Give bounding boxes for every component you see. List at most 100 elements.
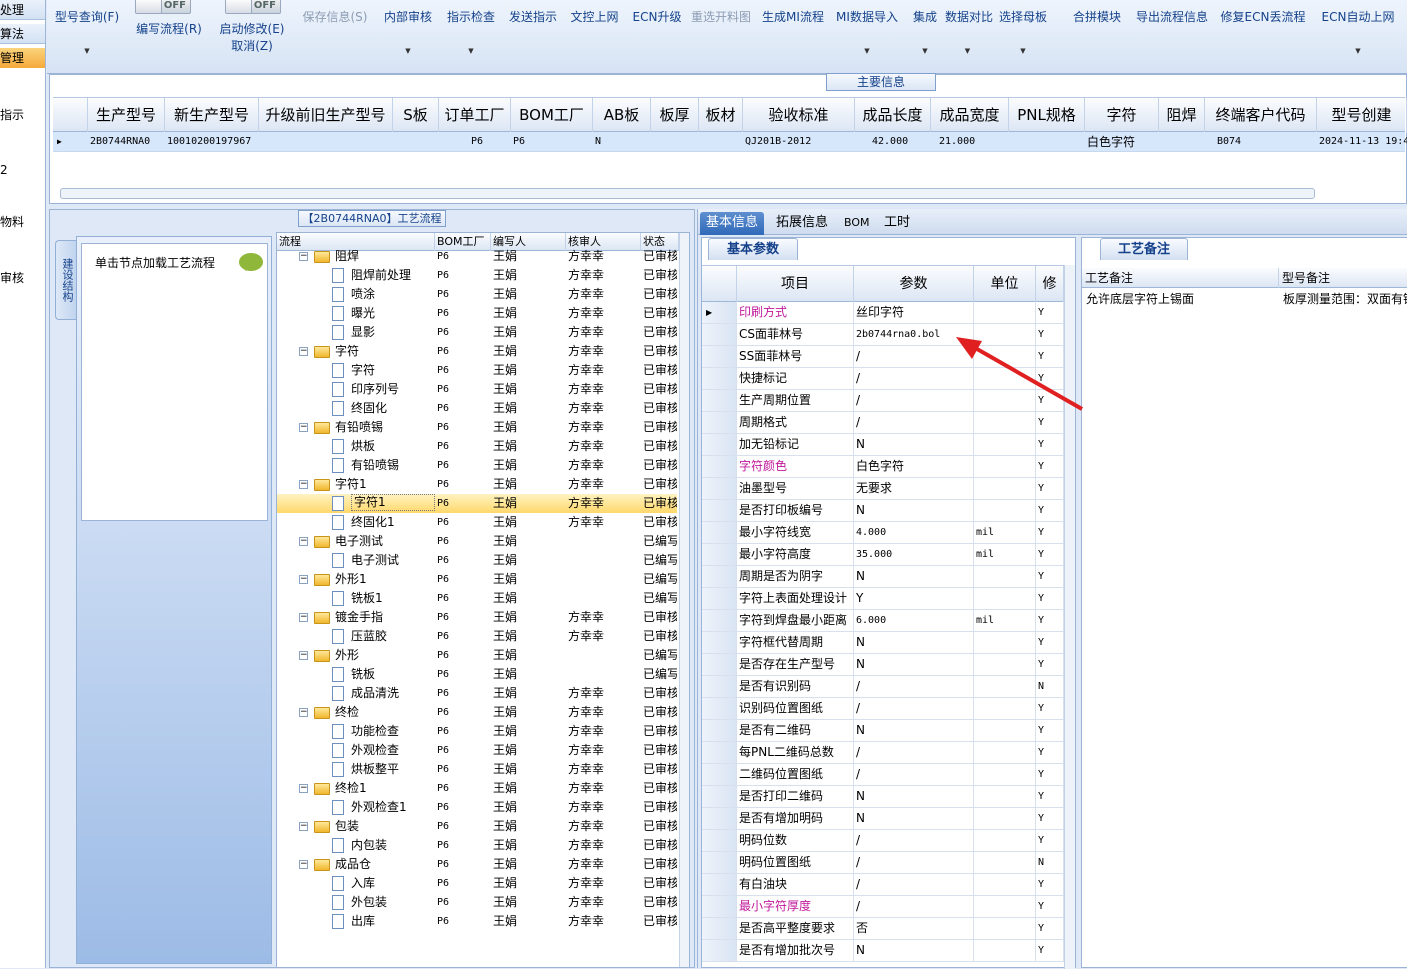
param-row[interactable]: 是否存在生产型号 N Y xyxy=(702,654,1064,676)
collapse-toggle-icon[interactable]: − xyxy=(299,575,308,584)
ribbon-button-15[interactable]: 选择母板 ▼ xyxy=(992,4,1054,56)
param-row[interactable]: 字符颜色 白色字符 Y xyxy=(702,456,1064,478)
ribbon-button-9[interactable]: ECN升级 xyxy=(632,4,682,56)
main-cell-thickness[interactable] xyxy=(651,132,699,152)
tree-row[interactable]: − 字符 P6 王娟 方幸幸 已审核 xyxy=(277,342,677,361)
nav-item[interactable]: 指示 xyxy=(0,105,45,125)
param-value[interactable]: 白色字符 xyxy=(854,456,974,477)
ribbon-button-4[interactable]: 保存信息(S) xyxy=(295,4,375,56)
main-cell-s-board[interactable] xyxy=(393,132,439,152)
param-row[interactable]: ▶ 印刷方式 丝印字符 Y xyxy=(702,302,1064,324)
tree-row[interactable]: − 外形 P6 王娟 已编写 xyxy=(277,646,677,665)
collapse-toggle-icon[interactable]: − xyxy=(299,651,308,660)
basic-params-tab[interactable]: 基本参数 xyxy=(708,238,798,260)
ribbon-button-14[interactable]: 数据对比 ▼ xyxy=(945,4,993,56)
tree-row[interactable]: 字符 P6 王娟 方幸幸 已审核 xyxy=(277,361,677,380)
main-col-header[interactable]: 生产型号 xyxy=(88,98,165,133)
main-cell-order-factory[interactable]: P6 xyxy=(469,132,511,152)
tree-row[interactable]: 功能检查 P6 王娟 方幸幸 已审核 xyxy=(277,722,677,741)
main-cell-char[interactable]: 白色字符 xyxy=(1085,132,1159,152)
param-value[interactable]: / xyxy=(854,698,974,719)
tree-row[interactable]: 终固化 P6 王娟 方幸幸 已审核 xyxy=(277,399,677,418)
collapse-toggle-icon[interactable]: − xyxy=(299,613,308,622)
tree-row[interactable]: − 外形1 P6 王娟 已编写 xyxy=(277,570,677,589)
tree-row[interactable]: 电子测试 P6 王娟 已编写 xyxy=(277,551,677,570)
ribbon-button-1[interactable]: 型号查询(F) ▼ xyxy=(47,4,127,56)
ribbon-button-5[interactable]: 内部审核 ▼ xyxy=(377,4,439,56)
collapse-toggle-icon[interactable]: − xyxy=(299,423,308,432)
param-value[interactable]: / xyxy=(854,874,974,895)
param-value[interactable]: / xyxy=(854,742,974,763)
param-row[interactable]: 是否有识别码 / N xyxy=(702,676,1064,698)
tree-row[interactable]: 有铅喷锡 P6 王娟 方幸幸 已审核 xyxy=(277,456,677,475)
param-row[interactable]: 加无铅标记 N Y xyxy=(702,434,1064,456)
structure-vertical-tab[interactable]: 建设结构 xyxy=(55,240,77,320)
param-row[interactable]: 每PNL二维码总数 / Y xyxy=(702,742,1064,764)
tree-row[interactable]: 铣板 P6 王娟 已编写 xyxy=(277,665,677,684)
main-col-header[interactable]: 型号创建 xyxy=(1317,98,1407,133)
param-value[interactable]: N xyxy=(854,632,974,653)
load-area[interactable]: 单击节点加载工艺流程 xyxy=(81,243,268,521)
main-col-header[interactable]: 成品宽度 xyxy=(931,98,1009,133)
tree-row[interactable]: − 成品仓 P6 王娟 方幸幸 已审核 xyxy=(277,855,677,874)
ribbon-button-13[interactable]: 集成 ▼ xyxy=(907,4,943,56)
nav-item[interactable]: 2 xyxy=(0,160,45,180)
main-col-header[interactable]: 订单工厂 xyxy=(439,98,511,133)
tree-row[interactable]: 字符1 P6 王娟 方幸幸 已审核 xyxy=(277,494,677,513)
toggle-switch[interactable]: OFF xyxy=(135,0,191,14)
collapse-toggle-icon[interactable]: − xyxy=(299,822,308,831)
nav-item[interactable]: 管理 xyxy=(0,48,45,68)
main-cell-old-model[interactable] xyxy=(259,132,393,152)
param-value[interactable]: Y xyxy=(854,588,974,609)
tab-3[interactable]: BOM xyxy=(838,212,876,235)
tree-row[interactable]: 阻焊前处理 P6 王娟 方幸幸 已审核 xyxy=(277,266,677,285)
collapse-toggle-icon[interactable]: − xyxy=(299,480,308,489)
tree-row[interactable]: 成品清洗 P6 王娟 方幸幸 已审核 xyxy=(277,684,677,703)
tree-row[interactable]: 压蓝胶 P6 王娟 方幸幸 已审核 xyxy=(277,627,677,646)
tab-4[interactable]: 工时 xyxy=(878,212,916,235)
param-row[interactable]: 是否有二维码 N Y xyxy=(702,720,1064,742)
horizontal-scrollbar[interactable] xyxy=(60,188,1315,199)
main-col-header[interactable]: BOM工厂 xyxy=(511,98,593,133)
remark-tab[interactable]: 工艺备注 xyxy=(1100,238,1188,260)
main-cell-pnl[interactable] xyxy=(1009,132,1085,152)
main-col-header[interactable]: 板厚 xyxy=(651,98,699,133)
param-value[interactable]: N xyxy=(854,434,974,455)
tree-row[interactable]: 印序列号 P6 王娟 方幸幸 已审核 xyxy=(277,380,677,399)
collapse-toggle-icon[interactable]: − xyxy=(299,784,308,793)
param-value[interactable]: N xyxy=(854,720,974,741)
ribbon-button-8[interactable]: 文控上网 xyxy=(562,4,627,56)
tree-row[interactable]: − 包装 P6 王娟 方幸幸 已审核 xyxy=(277,817,677,836)
param-value[interactable]: 4.000 xyxy=(854,522,974,543)
main-cell-bom-factory[interactable]: P6 xyxy=(511,132,593,152)
main-cell-mask[interactable] xyxy=(1159,132,1205,152)
ribbon-button-11[interactable]: 生成MI流程 xyxy=(757,4,829,56)
ribbon-button-10[interactable]: 重选开料图 xyxy=(687,4,755,56)
main-col-header[interactable]: AB板 xyxy=(593,98,651,133)
param-row[interactable]: 二维码位置图纸 / Y xyxy=(702,764,1064,786)
param-row[interactable]: 字符框代替周期 N Y xyxy=(702,632,1064,654)
param-value[interactable]: 6.000 xyxy=(854,610,974,631)
main-col-header[interactable]: 板材 xyxy=(699,98,743,133)
tree-row[interactable]: 喷涂 P6 王娟 方幸幸 已审核 xyxy=(277,285,677,304)
main-cell-customer-code[interactable]: B074 xyxy=(1215,132,1317,152)
basic-col-header[interactable]: 单位 xyxy=(974,266,1036,303)
main-cell-length[interactable]: 42.000 xyxy=(870,132,931,152)
param-row[interactable]: 周期格式 / Y xyxy=(702,412,1064,434)
param-row[interactable]: 最小字符线宽 4.000 mil Y xyxy=(702,522,1064,544)
param-row[interactable]: 是否有增加明码 N Y xyxy=(702,808,1064,830)
tree-vertical-scrollbar[interactable] xyxy=(679,233,689,967)
param-value[interactable]: 否 xyxy=(854,918,974,939)
param-row[interactable]: 油墨型号 无要求 Y xyxy=(702,478,1064,500)
tree-row[interactable]: 出库 P6 王娟 方幸幸 已审核 xyxy=(277,912,677,931)
tree-row[interactable]: − 电子测试 P6 王娟 已编写 xyxy=(277,532,677,551)
nav-item[interactable]: 物料 xyxy=(0,212,45,232)
param-value[interactable]: N xyxy=(854,808,974,829)
model-remark-text[interactable]: 板厚测量范围：双面有铜 xyxy=(1283,290,1407,307)
process-remark-text[interactable]: 允许底层字符上锡面 xyxy=(1086,290,1276,307)
main-col-header[interactable]: 成品长度 xyxy=(855,98,931,133)
param-value[interactable]: / xyxy=(854,830,974,851)
param-value[interactable]: / xyxy=(854,852,974,873)
tree-row[interactable]: 外包装 P6 王娟 方幸幸 已审核 xyxy=(277,893,677,912)
main-grid-row[interactable]: ▶ 2B0744RNA0 10010200197967 P6 P6 N QJ201B-201… xyxy=(53,132,1407,152)
